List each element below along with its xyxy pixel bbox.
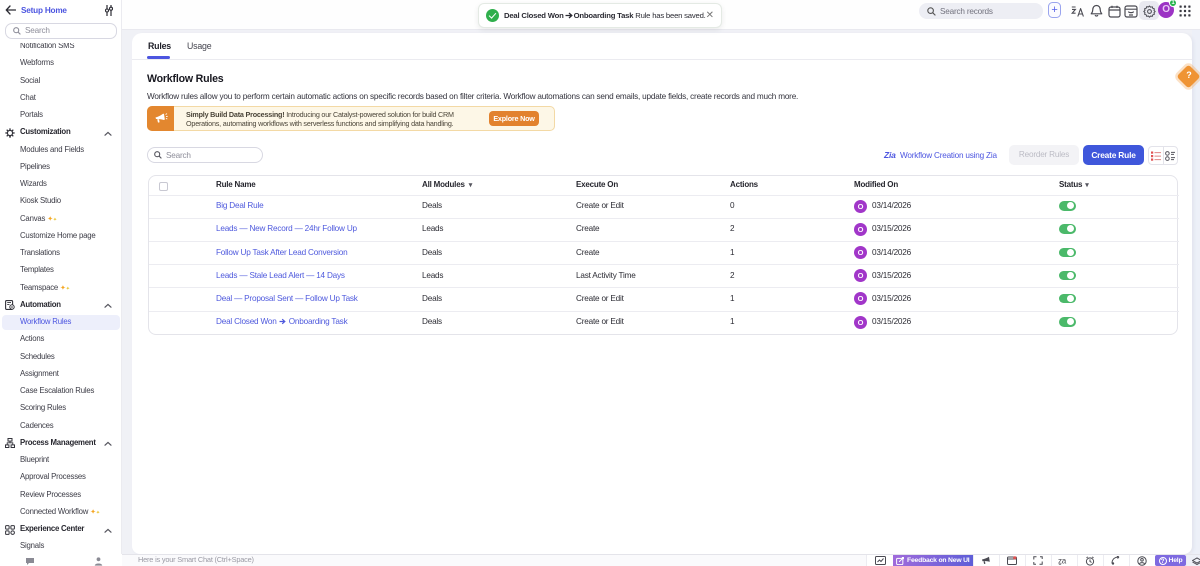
svg-text:z̭a: z̭a [1058,557,1067,566]
